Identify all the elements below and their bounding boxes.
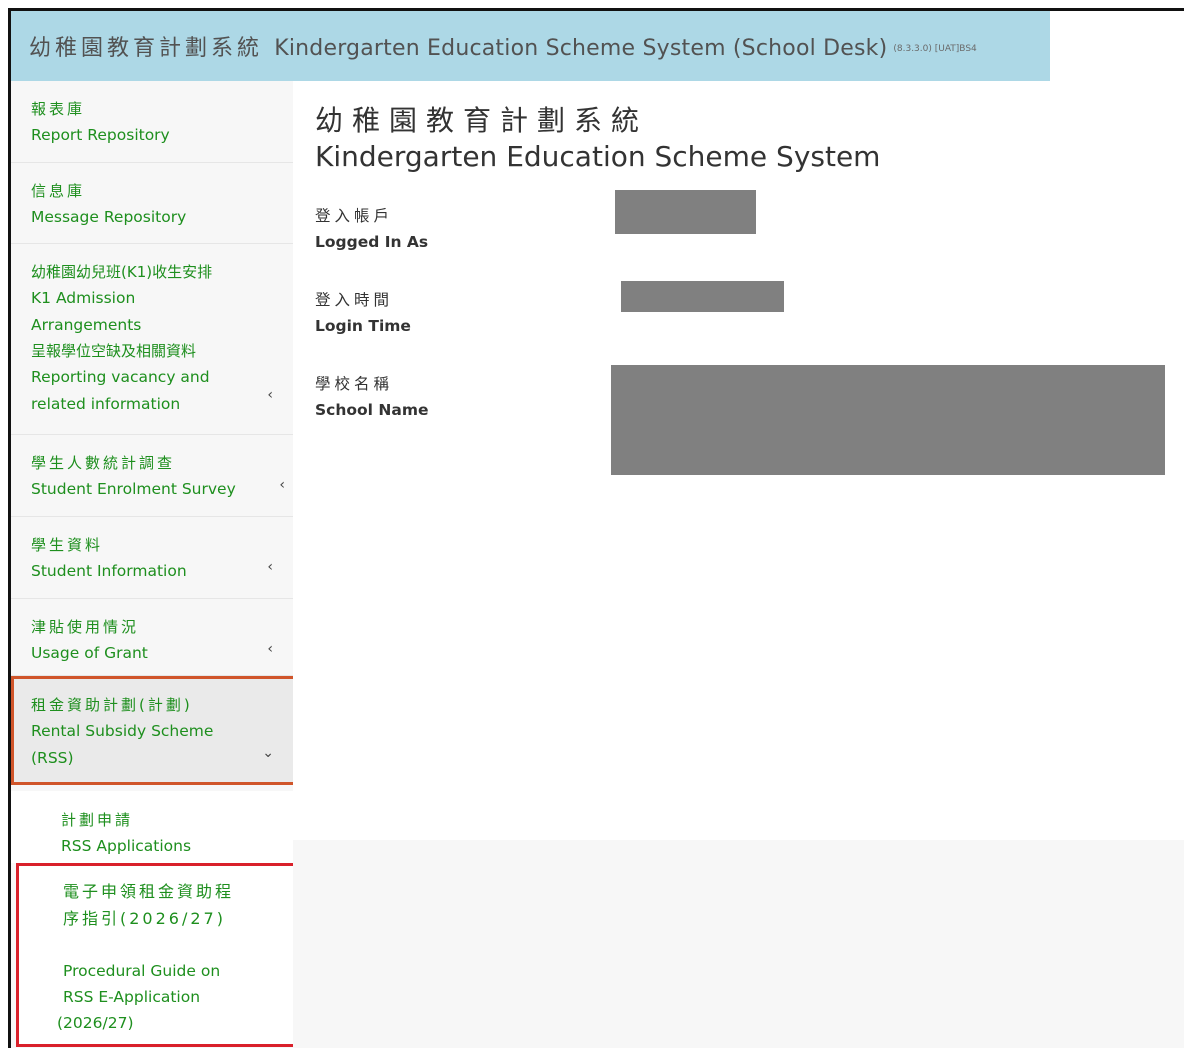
page-title-zh: 幼稚園教育計劃系統 [315,104,649,137]
sidebar-item-label-en: Usage of Grant [31,644,148,662]
app-title[interactable]: 幼稚園教育計劃系統 Kindergarten Education Scheme … [29,30,887,62]
sidebar-item-label-zh: 信息庫 [31,182,86,200]
redacted-login-time-value [621,281,784,312]
guide-label-en: Procedural Guide on [63,962,221,980]
content-footer-area [293,840,1184,1048]
version-label: (8.3.3.0) [UAT]BS4 [893,44,977,54]
chevron-down-icon[interactable]: ⌄ [262,745,274,761]
sidebar-item-message-repository[interactable]: 信息庫 Message Repository [11,163,293,244]
sidebar-item-label-zh: 津貼使用情況 [31,618,140,636]
logged-in-as-label: 登入帳戶 Logged In As [315,203,428,255]
sidebar-subitem-label-zh: 計劃申請 [61,811,134,829]
app-window: 幼稚園教育計劃系統 Kindergarten Education Scheme … [8,8,1184,1048]
redacted-school-name-value [611,365,1165,475]
field-label-en: School Name [315,401,429,419]
main-content: 幼稚園教育計劃系統 Kindergarten Education Scheme … [293,81,1184,840]
sidebar-item-rental-subsidy-scheme[interactable]: 租金資助計劃(計劃) Rental Subsidy Scheme (RSS) ⌄ [11,676,297,785]
sidebar-item-label-en: Student Enrolment Survey [31,480,236,498]
field-label-en: Login Time [315,317,411,335]
app-title-zh: 幼稚園教育計劃系統 [29,36,264,61]
sidebar-item-label-zh: 幼稚園幼兒班(K1)收生安排 [31,263,213,281]
sidebar-item-label-zh: 報表庫 [31,100,86,118]
field-label-zh: 學校名稱 [315,375,394,393]
school-name-label: 學校名稱 School Name [315,371,429,423]
sidebar-item-label-zh: 租金資助計劃(計劃) [31,696,193,714]
sidebar-item-label-en: Report Repository [31,126,170,144]
sidebar-item-label-en: Reporting vacancy and [31,368,210,386]
sidebar-subitem-rss-applications[interactable]: 計劃申請 RSS Applications [11,791,293,863]
chevron-left-icon[interactable]: ‹ [279,477,285,493]
page-title-en: Kindergarten Education Scheme System [315,140,881,173]
sidebar-item-label-en: (RSS) [31,748,74,767]
sidebar-item-student-information[interactable]: 學生資料 Student Information ‹ [11,517,293,599]
chevron-left-icon[interactable]: ‹ [267,559,273,575]
sidebar-item-report-repository[interactable]: 報表庫 Report Repository [11,81,293,163]
field-label-zh: 登入時間 [315,291,394,309]
sidebar-item-label-en: Message Repository [31,208,187,226]
sidebar-item-k1-admission[interactable]: 幼稚園幼兒班(K1)收生安排 K1 Admission Arrangements… [11,244,293,435]
guide-label-zh: 序指引(2026/27) [63,909,226,928]
sidebar-item-label-zh: 學生人數統計調查 [31,454,176,472]
redacted-account-value [615,190,756,234]
sidebar-item-label-zh: 學生資料 [31,536,104,554]
guide-label-en: RSS E-Application [63,988,201,1006]
guide-label-en: (2026/27) [57,1014,134,1032]
field-label-en: Logged In As [315,233,429,251]
header-bar: 幼稚園教育計劃系統 Kindergarten Education Scheme … [11,11,1050,81]
sidebar-item-label-en: K1 Admission [31,289,136,307]
sidebar-item-label-en: Rental Subsidy Scheme [31,722,214,740]
sidebar-item-usage-of-grant[interactable]: 津貼使用情況 Usage of Grant ‹ [11,599,293,676]
sidebar-item-student-enrolment-survey[interactable]: 學生人數統計調查 Student Enrolment Survey ‹ [11,435,293,517]
sidebar-item-label-en: related information [31,394,181,413]
sidebar-subitem-procedural-guide[interactable]: 電子申領租金資助程 序指引(2026/27) Procedural Guide … [16,863,301,1047]
sidebar-item-label-zh: 呈報學位空缺及相關資料 [31,342,197,360]
sidebar-subitem-label-en: RSS Applications [61,837,192,855]
chevron-left-icon[interactable]: ‹ [267,641,273,657]
field-label-zh: 登入帳戶 [315,207,394,225]
app-title-en: Kindergarten Education Scheme System (Sc… [274,36,888,61]
chevron-left-icon[interactable]: ‹ [267,387,273,403]
sidebar-item-label-en: Student Information [31,562,187,580]
sidebar-item-label-en: Arrangements [31,315,142,334]
guide-label-zh: 電子申領租金資助程 [63,882,235,901]
login-time-label: 登入時間 Login Time [315,287,411,339]
